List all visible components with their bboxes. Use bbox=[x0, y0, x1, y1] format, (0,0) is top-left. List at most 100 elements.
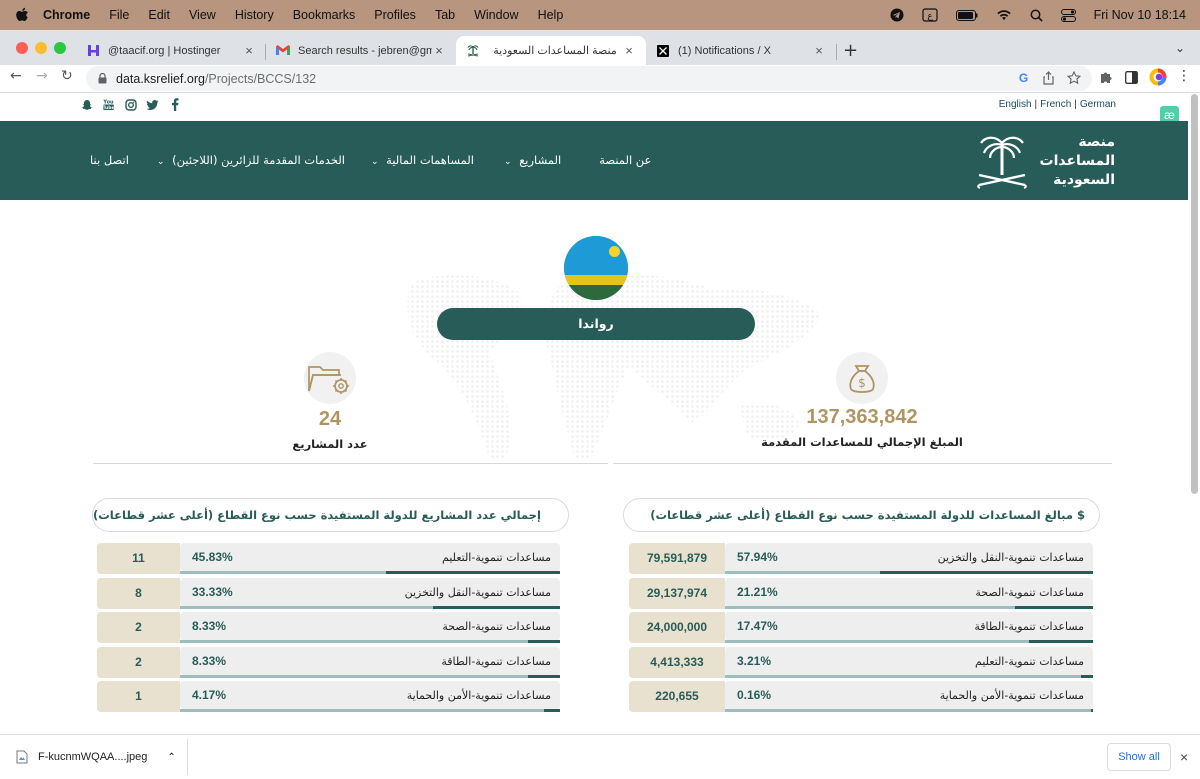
nav-financial-contributions[interactable]: المساهمات المالية ⌄ bbox=[371, 153, 474, 167]
sector-row: 8 مساعدات تنموية-النقل والتخزين 33.33% bbox=[97, 577, 560, 609]
menu-window[interactable]: Window bbox=[474, 8, 518, 22]
wifi-icon[interactable] bbox=[996, 9, 1012, 21]
projects-panel-title: إجمالي عدد المشاريع للدولة المستفيدة حسب… bbox=[92, 498, 569, 532]
sector-value: 8 bbox=[97, 577, 180, 609]
sector-value: 2 bbox=[97, 612, 180, 643]
tab-hostinger[interactable]: @taacif.org | Hostinger × bbox=[76, 36, 266, 65]
sector-row: 24,000,000 مساعدات تنموية-الطاقة 17.47% bbox=[629, 612, 1093, 643]
sector-label: مساعدات تنموية-الصحة bbox=[975, 585, 1084, 599]
menu-chrome[interactable]: Chrome bbox=[43, 8, 90, 22]
tab-close-icon[interactable]: × bbox=[242, 43, 256, 58]
facebook-icon[interactable] bbox=[168, 98, 181, 111]
sector-label: مساعدات تنموية-الطاقة bbox=[441, 654, 551, 668]
sector-label-box: مساعدات تنموية-الصحة 8.33% bbox=[180, 612, 560, 641]
menu-edit[interactable]: Edit bbox=[148, 8, 170, 22]
sector-row: 29,137,974 مساعدات تنموية-الصحة 21.21% bbox=[629, 577, 1093, 609]
tab-close-icon[interactable]: × bbox=[432, 43, 446, 58]
youtube-icon[interactable]: You Tube bbox=[102, 98, 115, 112]
sector-label-box: مساعدات تنموية-التعليم 3.21% bbox=[725, 646, 1093, 676]
keyboard-language-icon[interactable]: ع bbox=[921, 8, 938, 22]
tab-close-icon[interactable]: × bbox=[622, 43, 636, 58]
sector-progress-track bbox=[725, 605, 1093, 609]
nav-contact[interactable]: اتصل بنا bbox=[90, 153, 129, 167]
extensions-puzzle-icon[interactable] bbox=[1099, 70, 1113, 84]
menu-view[interactable]: View bbox=[189, 8, 216, 22]
page-scrollbar[interactable] bbox=[1191, 94, 1198, 494]
show-all-downloads-button[interactable]: Show all bbox=[1107, 743, 1171, 771]
lang-english[interactable]: English bbox=[999, 99, 1032, 110]
menu-help[interactable]: Help bbox=[538, 8, 564, 22]
window-minimize-button[interactable] bbox=[35, 42, 47, 54]
tab-search-chevron-icon[interactable]: ⌄ bbox=[1175, 41, 1185, 55]
lang-french[interactable]: French bbox=[1040, 99, 1071, 110]
x-logo-icon bbox=[656, 44, 670, 58]
url-host: data.ksrelief.org bbox=[116, 71, 205, 86]
sector-percent: 21.21% bbox=[737, 584, 778, 599]
site-logo[interactable]: منصة المساعدات السعودية bbox=[975, 133, 1120, 193]
sector-value: 2 bbox=[97, 646, 180, 678]
country-name-pill: رواندا bbox=[437, 308, 755, 340]
sector-percent: 4.17% bbox=[192, 688, 227, 702]
tab-saudi-aid-platform[interactable]: منصة المساعدات السعودية × bbox=[456, 36, 646, 65]
sector-progress-track bbox=[725, 571, 1093, 574]
menu-file[interactable]: File bbox=[109, 8, 129, 22]
sector-value: 4,413,333 bbox=[629, 646, 725, 678]
tab-close-icon[interactable]: × bbox=[812, 43, 826, 58]
sector-row: 1 مساعدات تنموية-الأمن والحماية 4.17% bbox=[97, 681, 560, 712]
nav-visitor-services[interactable]: الخدمات المقدمة للزائرين (اللاجئين) ⌄ bbox=[157, 153, 345, 167]
menu-profiles[interactable]: Profiles bbox=[374, 8, 416, 22]
flag-yellow-band bbox=[564, 275, 628, 285]
nav-about[interactable]: عن المنصة bbox=[599, 153, 651, 167]
download-filename: F-kucnmWQAA....jpeg bbox=[38, 751, 148, 763]
tab-x-notifications[interactable]: (1) Notifications / X × bbox=[646, 36, 836, 65]
main-nav: عن المنصة المشاريع ⌄ المساهمات المالية ⌄… bbox=[90, 153, 651, 167]
nav-projects[interactable]: المشاريع ⌄ bbox=[504, 153, 561, 167]
control-center-icon[interactable] bbox=[1060, 8, 1076, 22]
address-bar[interactable]: data.ksrelief.org/Projects/BCCS/132 G bbox=[86, 66, 1092, 91]
close-download-bar-icon[interactable]: × bbox=[1180, 749, 1188, 765]
new-tab-button[interactable]: + bbox=[843, 40, 858, 61]
sector-row: 79,591,879 مساعدات تنموية-النقل والتخزين 5… bbox=[629, 543, 1093, 574]
google-translate-icon[interactable]: G bbox=[1017, 71, 1030, 84]
back-button[interactable]: ← bbox=[10, 68, 22, 84]
sector-label-box: مساعدات تنموية-الأمن والحماية 0.16% bbox=[725, 681, 1093, 710]
spotlight-search-icon[interactable] bbox=[1030, 9, 1043, 22]
divider bbox=[613, 463, 1112, 464]
menu-tab[interactable]: Tab bbox=[435, 8, 455, 22]
sector-label-box: مساعدات تنموية-النقل والتخزين 33.33% bbox=[180, 577, 560, 607]
hostinger-icon bbox=[86, 44, 100, 58]
window-zoom-button[interactable] bbox=[54, 42, 66, 54]
total-amount-value: 137,363,842 bbox=[806, 406, 918, 428]
snapchat-icon[interactable] bbox=[80, 98, 93, 111]
bookmark-star-icon[interactable] bbox=[1067, 71, 1081, 85]
tab-gmail-search[interactable]: Search results - jebren@gmail... × bbox=[266, 36, 456, 65]
sector-row: 11 مساعدات تنموية-التعليم 45.83% bbox=[97, 543, 560, 574]
lang-german[interactable]: German bbox=[1080, 99, 1116, 110]
forward-button[interactable]: → bbox=[36, 68, 48, 84]
reload-button[interactable]: ↻ bbox=[61, 68, 73, 84]
logo-line: منصة bbox=[1078, 134, 1115, 150]
apple-icon[interactable] bbox=[15, 7, 29, 23]
battery-icon[interactable] bbox=[955, 9, 978, 21]
telegram-icon[interactable] bbox=[890, 8, 904, 22]
divider bbox=[93, 463, 608, 464]
share-icon[interactable] bbox=[1042, 71, 1055, 85]
menu-bookmarks[interactable]: Bookmarks bbox=[293, 8, 356, 22]
twitter-icon[interactable] bbox=[146, 98, 159, 111]
menu-history[interactable]: History bbox=[235, 8, 274, 22]
browser-menu-icon[interactable]: ⋮ bbox=[1177, 68, 1191, 84]
menubar-datetime[interactable]: Fri Nov 10 18:14 bbox=[1094, 8, 1186, 22]
chevron-down-icon: ⌄ bbox=[503, 157, 512, 167]
side-panel-icon[interactable] bbox=[1125, 71, 1138, 84]
download-item[interactable]: F-kucnmWQAA....jpeg ⌃ bbox=[16, 750, 176, 764]
profile-avatar-icon[interactable] bbox=[1149, 68, 1167, 86]
chevron-up-icon[interactable]: ⌃ bbox=[167, 752, 175, 763]
instagram-icon[interactable] bbox=[124, 98, 137, 111]
sector-progress-fill bbox=[1014, 605, 1093, 609]
download-bar: F-kucnmWQAA....jpeg ⌃ Show all × bbox=[0, 734, 1200, 779]
logo-text: منصة المساعدات السعودية bbox=[1035, 133, 1115, 190]
lock-icon[interactable] bbox=[98, 73, 107, 84]
total-amount-stat: 137,363,842 المبلغ الإجمالي للمساعدات ال… bbox=[760, 406, 964, 449]
window-close-button[interactable] bbox=[16, 42, 28, 54]
browser-toolbar: ← → ↻ data.ksrelief.org/Projects/BCCS/13… bbox=[0, 65, 1200, 93]
